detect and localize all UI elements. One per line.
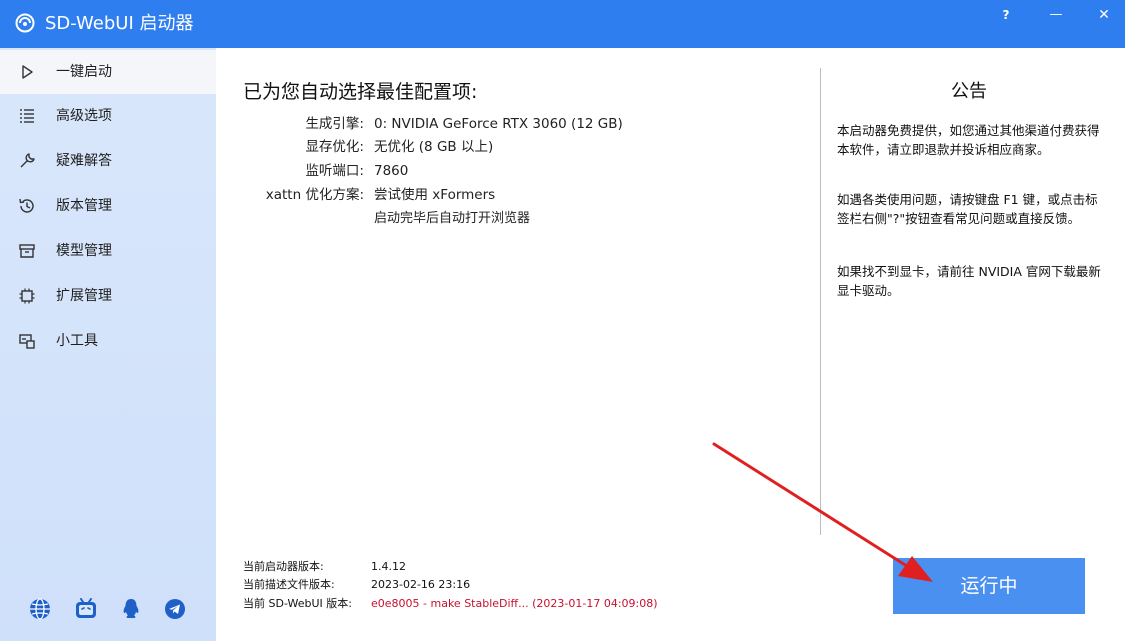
sidebar-item-label: 版本管理 [56,198,112,214]
config-value-xattn: 尝试使用 xFormers [374,187,496,203]
app-logo-icon [15,13,35,33]
close-button[interactable]: ✕ [1089,4,1119,26]
telegram-icon[interactable] [163,597,187,621]
sidebar: 一键启动 高级选项 疑难解答 版本管理 模型管理 扩展管理 小工具 [0,48,216,641]
launcher-version-label: 当前启动器版本: [243,560,324,573]
config-value-autobrowser: 启动完毕后自动打开浏览器 [374,211,531,226]
launcher-version-value: 1.4.12 [371,560,406,573]
config-value-vram: 无优化 (8 GB 以上) [374,139,494,155]
window-title: SD-WebUI 启动器 [45,13,194,34]
qq-icon[interactable] [119,597,143,621]
panel-divider [820,68,821,535]
globe-icon[interactable] [28,597,52,621]
notice-paragraph: 如果找不到显卡，请前往 NVIDIA 官网下载最新显卡驱动。 [837,264,1101,298]
history-icon [19,198,34,213]
play-outline-icon [22,65,33,79]
notice-title: 公告 [951,81,987,102]
notice-paragraph: 如遇各类使用问题，请按键盘 F1 键，或点击标签栏右侧"?"按钮查看常见问题或直… [837,192,1098,226]
chip-icon [19,288,35,304]
sidebar-item-model-management[interactable]: 模型管理 [0,229,216,273]
config-value-port: 7860 [374,163,409,179]
config-label-engine: 生成引擎: [305,116,364,132]
sidebar-item-label: 模型管理 [56,243,112,259]
list-icon [20,109,34,123]
wrench-icon [20,153,35,168]
sidebar-item-label: 疑难解答 [56,153,112,169]
sidebar-item-tools[interactable]: 小工具 [0,319,216,363]
config-label-vram: 显存优化: [305,139,364,155]
help-button[interactable]: ? [991,4,1021,26]
sidebar-item-version-management[interactable]: 版本管理 [0,184,216,228]
config-label-xattn: xattn 优化方案: [265,187,364,203]
sidebar-item-label: 一键启动 [56,64,112,80]
desc-version-value: 2023-02-16 23:16 [371,578,471,591]
bilibili-icon[interactable] [74,597,98,621]
sidebar-item-advanced-options[interactable]: 高级选项 [0,94,216,138]
sidebar-item-label: 扩展管理 [56,288,112,304]
title-bar: SD-WebUI 启动器 ? — ✕ [0,0,1125,48]
minimize-button[interactable]: — [1041,4,1071,26]
webui-version-value[interactable]: e0e8005 - make StableDiff... (2023-01-17… [371,597,658,611]
run-button[interactable]: 运行中 [893,558,1085,614]
toolbox-icon [19,334,35,349]
desc-version-label: 当前描述文件版本: [243,578,335,591]
config-label-port: 监听端口: [305,163,364,179]
sidebar-item-one-click-launch[interactable]: 一键启动 [0,50,216,94]
config-heading: 已为您自动选择最佳配置项: [243,81,478,103]
sidebar-item-label: 高级选项 [56,108,112,124]
sidebar-item-label: 小工具 [56,333,98,349]
archive-box-icon [19,244,35,258]
sidebar-item-troubleshooting[interactable]: 疑难解答 [0,139,216,183]
webui-version-label: 当前 SD-WebUI 版本: [243,597,352,610]
notice-paragraph: 本启动器免费提供，如您通过其他渠道付费获得本软件，请立即退款并投诉相应商家。 [837,123,1100,157]
config-value-engine: 0: NVIDIA GeForce RTX 3060 (12 GB) [374,116,623,132]
sidebar-item-extension-management[interactable]: 扩展管理 [0,274,216,318]
